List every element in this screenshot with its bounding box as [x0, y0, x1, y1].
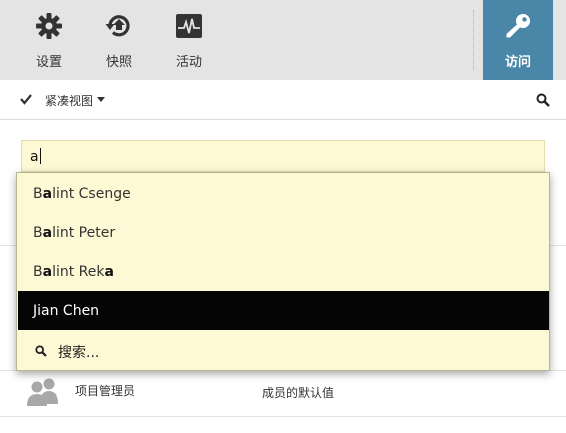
activity-button[interactable]: 活动 [160, 0, 218, 80]
toolbar-divider [473, 10, 474, 70]
suggestion-item[interactable]: Balint Csenge [18, 174, 549, 213]
key-icon [506, 14, 530, 38]
autocomplete-dropdown: Balint Csenge Balint Peter Balint Reka J… [16, 172, 550, 371]
access-button[interactable]: 访问 [483, 0, 553, 80]
default-value-label: 成员的默认值 [262, 386, 335, 400]
top-toolbar: 设置 快照 活动 访问 [0, 0, 566, 80]
settings-button[interactable]: 设置 [20, 0, 78, 80]
activity-label: 活动 [175, 55, 202, 70]
role-label: 项目管理员 [75, 384, 136, 398]
chevron-down-icon[interactable] [97, 97, 105, 102]
suggestion-item[interactable]: Balint Reka [18, 252, 549, 291]
search-icon[interactable] [536, 93, 550, 107]
search-icon [35, 345, 47, 357]
search-input-value: a [30, 149, 39, 165]
group-icon [27, 378, 58, 406]
gear-icon [36, 13, 62, 39]
user-search-input[interactable]: a [21, 140, 545, 172]
search-more-label: 搜索... [58, 345, 100, 361]
settings-label: 设置 [35, 55, 62, 70]
snapshot-button[interactable]: 快照 [90, 0, 148, 80]
activity-pulse-icon [176, 14, 202, 38]
suggestion-item-selected[interactable]: Jian Chen [18, 291, 549, 330]
suggestion-item[interactable]: Balint Peter [18, 213, 549, 252]
view-bar: 紧凑视图 [0, 80, 566, 120]
check-icon [20, 94, 32, 105]
access-label: 访问 [504, 55, 531, 70]
snapshot-label: 快照 [105, 55, 132, 70]
search-more-option[interactable]: 搜索... [18, 330, 549, 370]
text-cursor [39, 148, 41, 164]
row-divider [0, 416, 566, 417]
compact-view-toggle[interactable]: 紧凑视图 [45, 92, 93, 109]
snapshot-history-icon [105, 15, 130, 37]
member-row[interactable]: 项目管理员 成员的默认值 [0, 370, 566, 416]
